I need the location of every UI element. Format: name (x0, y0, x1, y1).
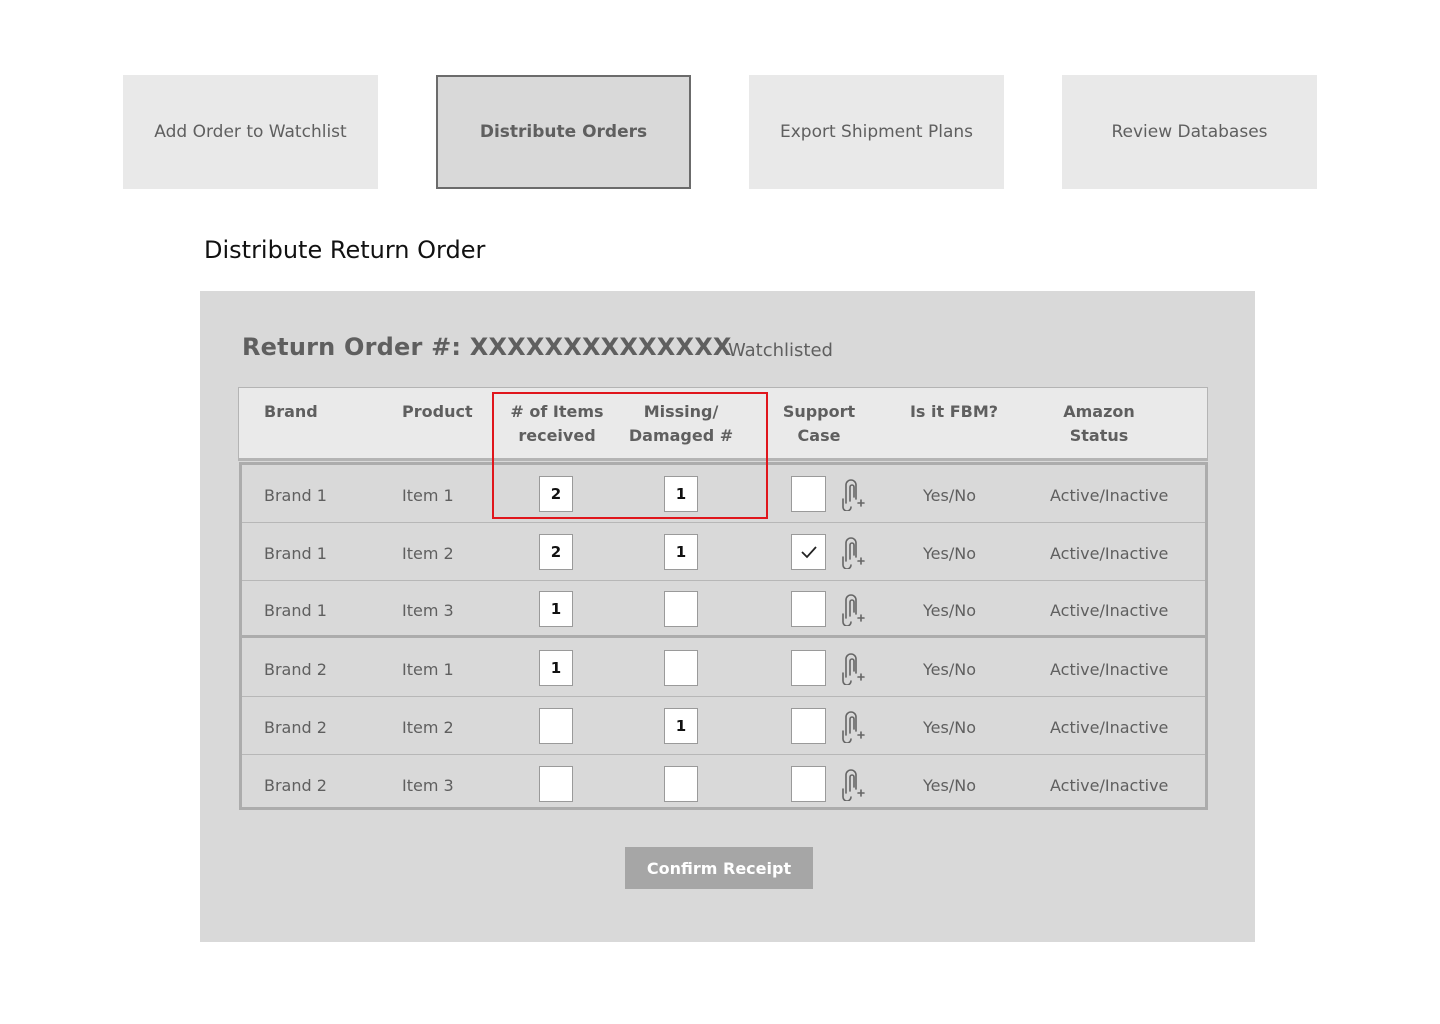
missing-damaged-input[interactable] (664, 650, 698, 686)
cell-product: Item 1 (402, 660, 454, 679)
items-received-input[interactable]: 1 (539, 650, 573, 686)
header-brand: Brand (264, 402, 318, 421)
table-header: Brand Product # of Items received Missin… (238, 387, 1208, 461)
header-items-received-line2: received (518, 426, 596, 445)
support-case-checkbox[interactable] (791, 708, 826, 744)
nav-add-order-to-watchlist[interactable]: Add Order to Watchlist (123, 75, 378, 189)
cell-product: Item 2 (402, 544, 454, 563)
nav-export-shipment-plans[interactable]: Export Shipment Plans (749, 75, 1004, 189)
table-row: Brand 1 Item 1 2 1 Yes/No Active/Inactiv… (242, 465, 1205, 523)
return-order-panel: Return Order #: XXXXXXXXXXXXXX Watchlist… (200, 291, 1255, 942)
header-items-received: # of Items received (497, 400, 617, 448)
items-received-input[interactable]: 2 (539, 534, 573, 570)
support-case-checkbox[interactable] (791, 476, 826, 512)
cell-brand: Brand 2 (264, 660, 327, 679)
cell-amazon-status: Active/Inactive (1050, 660, 1169, 679)
table-body: Brand 1 Item 1 2 1 Yes/No Active/Inactiv… (239, 462, 1208, 810)
items-received-input[interactable] (539, 766, 573, 802)
cell-fbm: Yes/No (923, 776, 976, 795)
header-is-fbm: Is it FBM? (909, 402, 999, 421)
paperclip-plus-icon[interactable] (839, 477, 865, 512)
checkmark-icon (800, 546, 817, 559)
header-missing-damaged: Missing/ Damaged # (621, 400, 741, 448)
header-amazon-line1: Amazon (1063, 402, 1135, 421)
nav-distribute-orders[interactable]: Distribute Orders (436, 75, 691, 189)
cell-fbm: Yes/No (923, 660, 976, 679)
cell-amazon-status: Active/Inactive (1050, 601, 1169, 620)
support-case-checkbox[interactable] (791, 534, 826, 570)
nav-review-databases[interactable]: Review Databases (1062, 75, 1317, 189)
items-received-input[interactable] (539, 708, 573, 744)
paperclip-plus-icon[interactable] (839, 592, 865, 627)
table-row: Brand 1 Item 3 1 Yes/No Active/Inactive (242, 580, 1205, 638)
header-amazon-line2: Status (1069, 426, 1129, 445)
header-support-line1: Support (782, 402, 856, 421)
paperclip-plus-icon[interactable] (839, 767, 865, 802)
items-received-input[interactable]: 2 (539, 476, 573, 512)
items-received-input[interactable]: 1 (539, 591, 573, 627)
cell-product: Item 3 (402, 601, 454, 620)
missing-damaged-input[interactable] (664, 766, 698, 802)
cell-fbm: Yes/No (923, 601, 976, 620)
cell-amazon-status: Active/Inactive (1050, 776, 1169, 795)
support-case-checkbox[interactable] (791, 591, 826, 627)
page-title: Distribute Return Order (204, 236, 486, 264)
cell-amazon-status: Active/Inactive (1050, 718, 1169, 737)
cell-amazon-status: Active/Inactive (1050, 486, 1169, 505)
confirm-receipt-button[interactable]: Confirm Receipt (625, 847, 813, 889)
header-missing-line1: Missing/ (643, 402, 719, 421)
missing-damaged-input[interactable]: 1 (664, 476, 698, 512)
header-support-line2: Case (797, 426, 841, 445)
header-items-received-line1: # of Items (510, 402, 604, 421)
cell-brand: Brand 1 (264, 486, 327, 505)
support-case-checkbox[interactable] (791, 766, 826, 802)
paperclip-plus-icon[interactable] (839, 651, 865, 686)
paperclip-plus-icon[interactable] (839, 709, 865, 744)
missing-damaged-input[interactable]: 1 (664, 534, 698, 570)
table-row: Brand 1 Item 2 2 1 Yes/No Active/Inactiv… (242, 523, 1205, 581)
support-case-checkbox[interactable] (791, 650, 826, 686)
cell-fbm: Yes/No (923, 718, 976, 737)
missing-damaged-input[interactable] (664, 591, 698, 627)
header-missing-line2: Damaged # (628, 426, 734, 445)
return-order-title: Return Order #: XXXXXXXXXXXXXX (242, 333, 732, 361)
header-support-case: Support Case (769, 400, 869, 448)
cell-fbm: Yes/No (923, 544, 976, 563)
cell-product: Item 1 (402, 486, 454, 505)
cell-brand: Brand 2 (264, 776, 327, 795)
paperclip-plus-icon[interactable] (839, 535, 865, 570)
cell-brand: Brand 2 (264, 718, 327, 737)
watch-status-label: Watchlisted (728, 340, 833, 361)
cell-brand: Brand 1 (264, 601, 327, 620)
cell-fbm: Yes/No (923, 486, 976, 505)
table-row: Brand 2 Item 3 Yes/No Active/Inactive (242, 755, 1205, 813)
cell-product: Item 3 (402, 776, 454, 795)
missing-damaged-input[interactable]: 1 (664, 708, 698, 744)
table-row: Brand 2 Item 2 1 Yes/No Active/Inactive (242, 697, 1205, 755)
table-row: Brand 2 Item 1 1 Yes/No Active/Inactive (242, 639, 1205, 697)
cell-amazon-status: Active/Inactive (1050, 544, 1169, 563)
cell-brand: Brand 1 (264, 544, 327, 563)
header-amazon-status: Amazon Status (1049, 400, 1149, 448)
header-product: Product (402, 402, 473, 421)
cell-product: Item 2 (402, 718, 454, 737)
